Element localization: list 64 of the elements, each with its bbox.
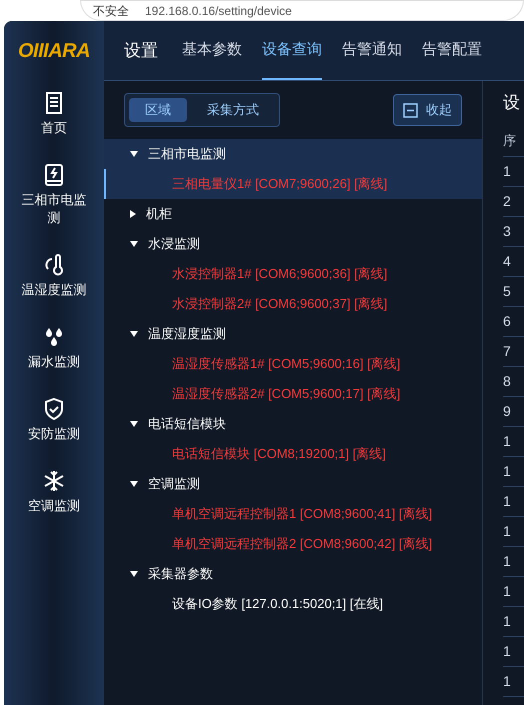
nav-tab[interactable]: 告警通知 [342, 22, 402, 80]
table-cell-text: 1 [503, 462, 511, 481]
tree-item[interactable]: 设备IO参数 [127.0.0.1:5020;1] [在线] [104, 589, 482, 619]
table-cell-text: 1 [503, 612, 511, 631]
table-cell-text: 1 [503, 582, 511, 601]
column-header: 序 [503, 132, 516, 150]
table-cell-text: 1 [503, 552, 511, 571]
tree-group[interactable]: 空调监测 [104, 469, 482, 499]
segment-tab[interactable]: 采集方式 [191, 98, 275, 122]
caret-down-icon [130, 421, 138, 427]
sidebar-item[interactable]: 温湿度监测 [9, 253, 99, 299]
tree-item[interactable]: 电话短信模块 [COM8;19200;1] [离线] [104, 439, 482, 469]
tree-item[interactable]: 单机空调远程控制器1 [COM8;9600;41] [离线] [104, 499, 482, 529]
tree-group[interactable]: 机柜 [104, 199, 482, 229]
segment-tab[interactable]: 区域 [129, 98, 187, 122]
tree-group[interactable]: 采集器参数 [104, 559, 482, 589]
snowflake-icon [42, 469, 66, 493]
table-cell-text: 1 [503, 492, 511, 511]
caret-down-icon [130, 481, 138, 487]
url-text: 192.168.0.16/setting/device [145, 4, 292, 18]
caret-down-icon [130, 331, 138, 337]
caret-down-icon [130, 151, 138, 157]
table-cell-text: 7 [503, 342, 511, 361]
tree-group[interactable]: 电话短信模块 [104, 409, 482, 439]
table-cell-text: 1 [503, 672, 511, 691]
tree-group[interactable]: 三相市电监测 [104, 139, 482, 169]
security-label: 不安全 [93, 4, 129, 18]
table-cell-text: 9 [503, 402, 511, 421]
sidebar-item[interactable]: 三相市电监测 [9, 163, 99, 227]
sidebar-item[interactable]: 首页 [9, 91, 99, 137]
table-cell-text: 6 [503, 312, 511, 331]
table-cell-text: 1 [503, 642, 511, 661]
tree-item[interactable]: 水浸控制器1# [COM6;9600;36] [离线] [104, 259, 482, 289]
tree-group[interactable]: 温度湿度监测 [104, 319, 482, 349]
table-cell-text: 1 [503, 522, 511, 541]
tree-group[interactable]: 水浸监测 [104, 229, 482, 259]
meter-icon [42, 163, 66, 187]
address-bar[interactable]: 不安全 192.168.0.16/setting/device [80, 0, 524, 21]
tree-item[interactable]: 水浸控制器2# [COM6;9600;37] [离线] [104, 289, 482, 319]
tree-item[interactable]: 温湿度传感器1# [COM5;9600;16] [离线] [104, 349, 482, 379]
nav-tab[interactable]: 设备查询 [262, 22, 322, 80]
panel-title: 设 [503, 92, 520, 114]
collapse-button[interactable]: 收起 [393, 94, 462, 126]
tree-item[interactable]: 温湿度传感器2# [COM5;9600;17] [离线] [104, 379, 482, 409]
sidebar-item[interactable]: 安防监测 [9, 397, 99, 443]
table-cell-text: 8 [503, 372, 511, 391]
caret-down-icon [130, 241, 138, 247]
sidebar-item[interactable]: 漏水监测 [9, 325, 99, 371]
caret-down-icon [130, 571, 138, 577]
table-cell-text: 1 [503, 432, 511, 451]
nav-tab[interactable]: 告警配置 [422, 22, 482, 80]
tree-item[interactable]: 单机空调远程控制器2 [COM8;9600;42] [离线] [104, 529, 482, 559]
logo: OIIIARA [18, 39, 90, 64]
table-cell-text: 5 [503, 282, 511, 301]
caret-right-icon [130, 210, 136, 218]
sidebar-item[interactable]: 空调监测 [9, 469, 99, 515]
collapse-icon [403, 102, 418, 118]
shield-icon [42, 397, 66, 421]
table-cell-text: 4 [503, 252, 511, 271]
nav-tab[interactable]: 基本参数 [182, 22, 242, 80]
nav-title: 设置 [124, 40, 158, 62]
table-cell-text: 2 [503, 192, 511, 211]
table-cell-text: 3 [503, 222, 511, 241]
table-cell-text: 1 [503, 162, 511, 181]
